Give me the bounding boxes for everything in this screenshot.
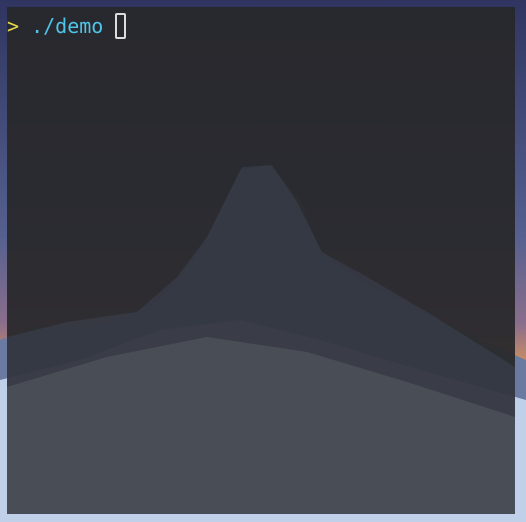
text-cursor [115, 13, 127, 39]
terminal-background-image [7, 165, 515, 514]
command-line[interactable]: > ./demo [7, 13, 127, 39]
terminal-window[interactable]: > ./demo [7, 7, 515, 514]
command-text: ./demo [31, 14, 104, 38]
prompt-symbol: > [7, 14, 20, 38]
